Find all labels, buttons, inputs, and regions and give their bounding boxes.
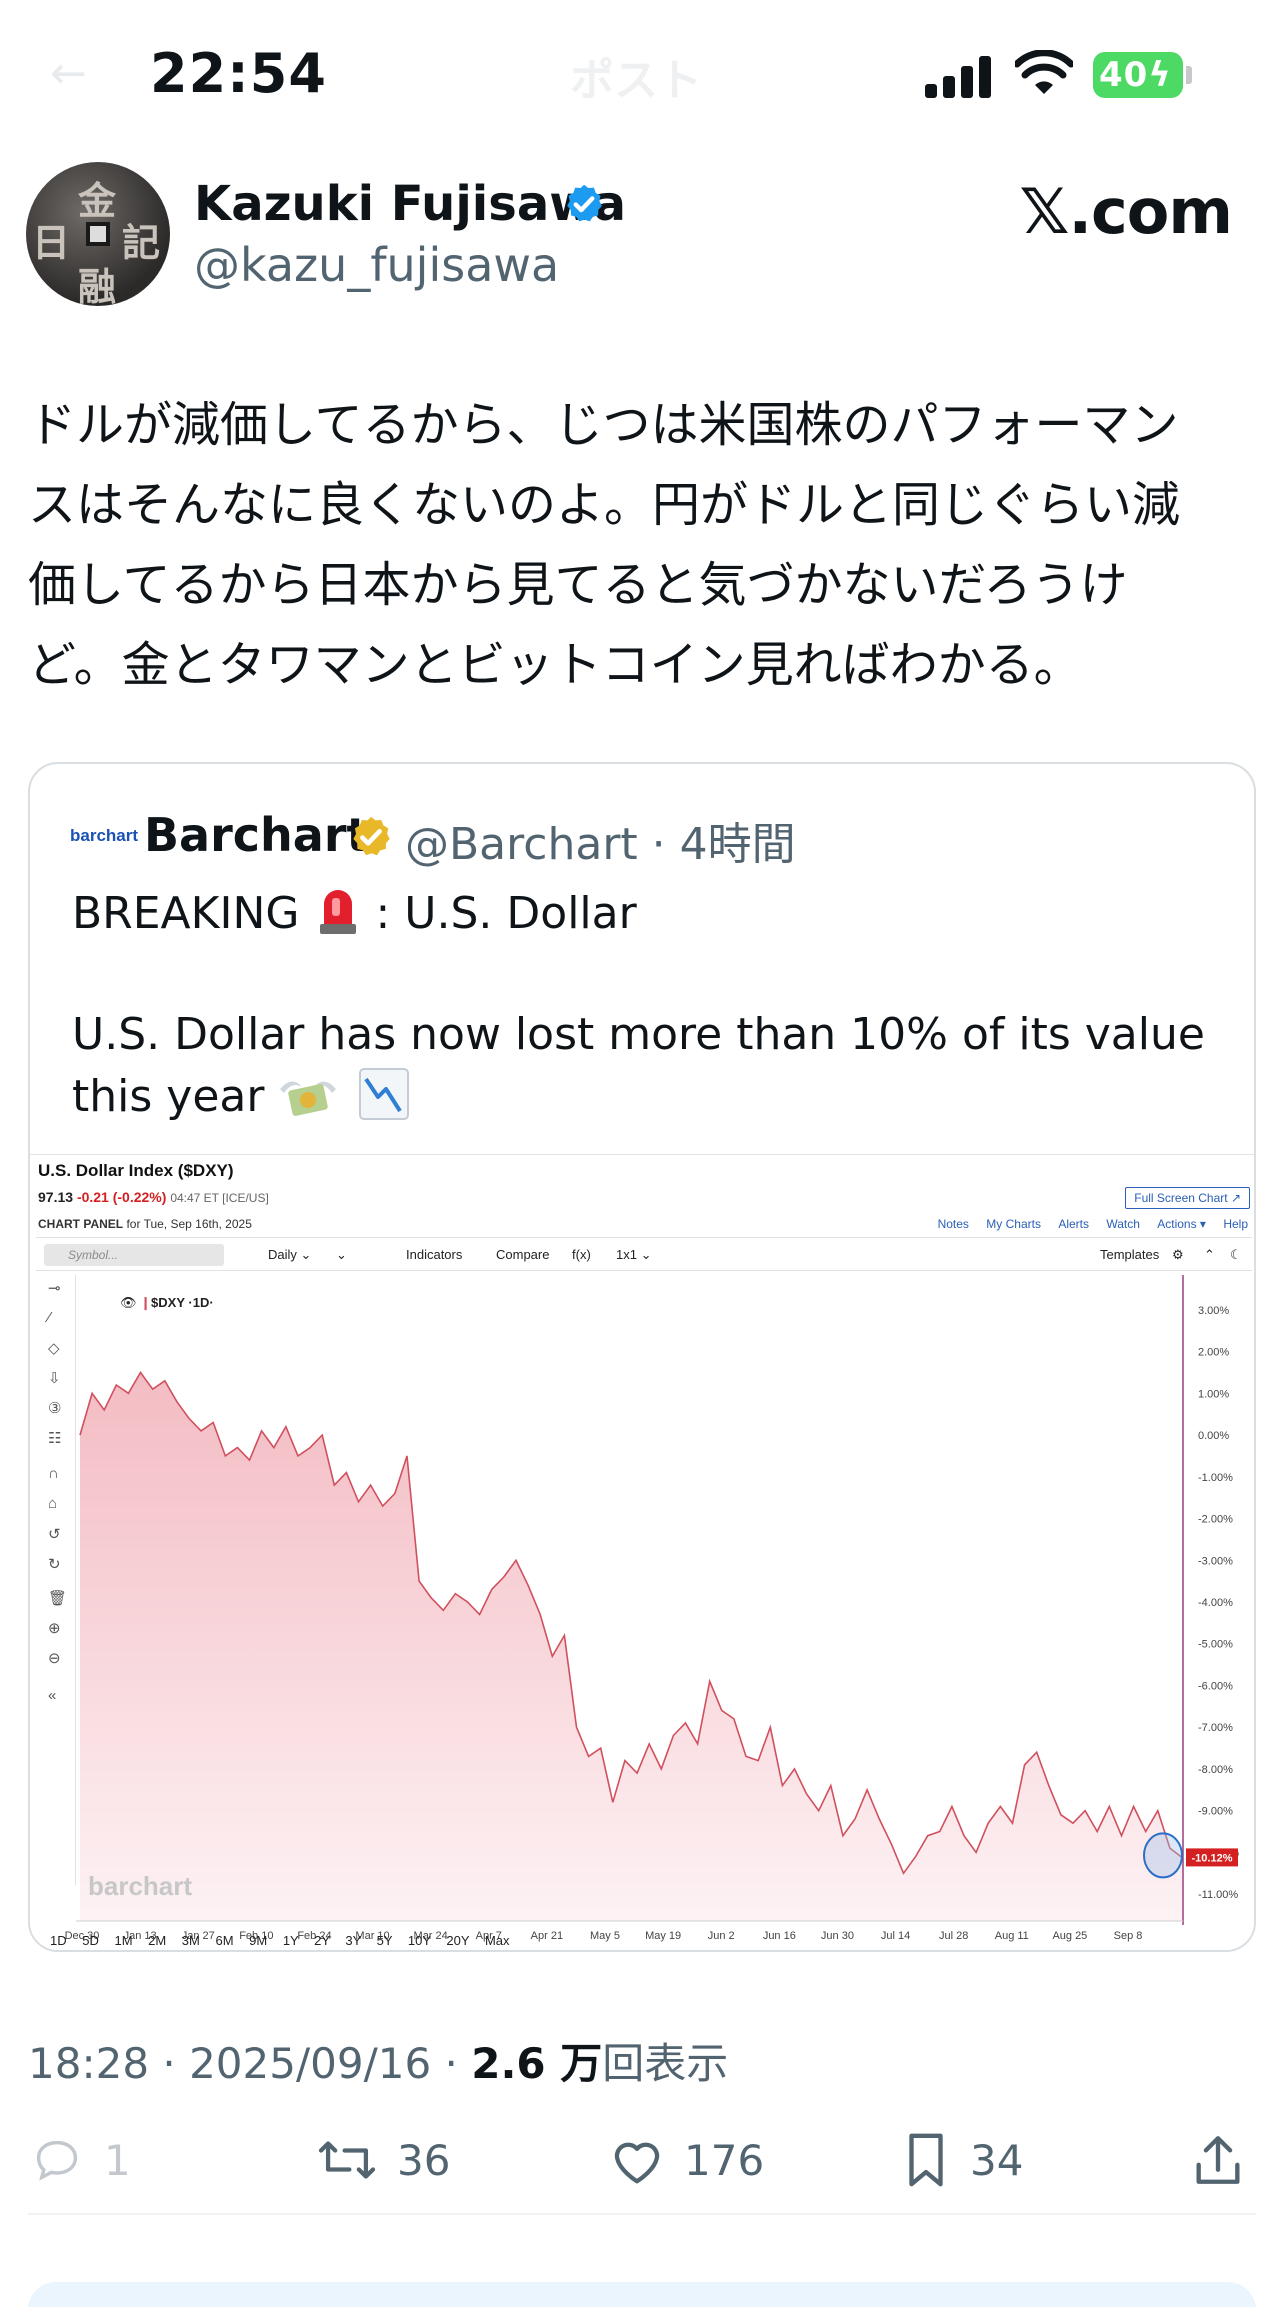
x-tick-label: May 19 (645, 1930, 681, 1942)
siren-emoji-icon (319, 890, 356, 934)
y-tick-label: -11.00% (1198, 1889, 1238, 1901)
tweet-time: 18:28 · 2025/09/16 · (28, 2039, 472, 2088)
x-tick-label: May 5 (590, 1930, 620, 1942)
tweet-text: ドルが減価してるから、じつは米国株のパフォーマン スはそんなに良くないのよ。円が… (28, 385, 1268, 705)
avatar[interactable]: 金 記 日 融 (26, 162, 170, 306)
avatar-glyph: 日 (32, 220, 71, 265)
tweet-text-line: スはそんなに良くないのよ。円がドルと同じぐらい減 (28, 477, 1181, 533)
bookmark-icon (909, 2133, 943, 2187)
chart-screenshot[interactable]: U.S. Dollar Index ($DXY) 97.13 -0.21 (-0… (30, 1154, 1256, 1952)
quoted-body-text: this year (72, 1071, 265, 1122)
last-value-label: -10.12% (1192, 1852, 1233, 1864)
share-icon (1196, 2136, 1240, 2184)
views-label: 回表示 (602, 2039, 729, 2088)
chart-decreasing-emoji-icon (359, 1068, 410, 1120)
wifi-icon (1015, 50, 1073, 94)
y-tick-label: -7.00% (1198, 1722, 1233, 1734)
x-tick-label: Jul 14 (881, 1930, 910, 1942)
status-bar: ← ポスト 22:54 40ϟ (0, 0, 1284, 150)
avatar-glyph: 記 (122, 220, 161, 265)
like-count: 176 (684, 2135, 765, 2185)
highlight-circle (1143, 1832, 1183, 1879)
coin-hole (86, 222, 110, 246)
x-tick-label: Jun 16 (763, 1930, 796, 1942)
repost-icon (318, 2141, 376, 2179)
charging-bolt-icon: ϟ (1148, 55, 1172, 95)
repost-button[interactable]: 36 (315, 2120, 450, 2200)
quoted-body: U.S. Dollar has now lost more than 10% o… (72, 1004, 1242, 1128)
y-tick-label: -6.00% (1198, 1680, 1233, 1692)
quoted-body-line: U.S. Dollar has now lost more than 10% o… (72, 1009, 1205, 1060)
x-tick-label: Apr 21 (531, 1930, 563, 1942)
view-count: 2.6 万 (471, 2039, 603, 2088)
bookmark-count: 34 (970, 2135, 1024, 2185)
avatar-glyph: 融 (78, 264, 117, 306)
gold-verified-badge-icon (353, 816, 390, 856)
author-handle[interactable]: @kazu_fujisawa (194, 238, 559, 292)
battery-indicator: 40ϟ (1093, 52, 1183, 98)
series-label: $DXY ·1D· (151, 1295, 214, 1310)
breaking-label: BREAKING (72, 888, 300, 939)
money-with-wings-emoji-icon (280, 1081, 337, 1116)
x-tick-label: Jun 30 (821, 1930, 854, 1942)
page-title: ポスト (570, 55, 702, 106)
eye-icon[interactable]: 👁 (120, 1295, 137, 1310)
y-tick-label: -5.00% (1198, 1639, 1233, 1651)
tweet-text-line: 価してるから日本から見てると気づかないだろうけ (28, 557, 1128, 613)
x-tick-label: Aug 11 (995, 1930, 1029, 1942)
reply-icon (36, 2140, 78, 2181)
series-color-marker: ❙ (140, 1295, 152, 1310)
heart-icon (614, 2142, 660, 2184)
bookmark-button[interactable]: 34 (900, 2120, 1023, 2200)
reply-count: 1 (104, 2135, 131, 2185)
repost-count: 36 (397, 2135, 451, 2185)
barchart-watermark: barchart (88, 1871, 193, 1901)
quoted-tweet-card[interactable]: barchart Barchart @Barchart · 4時間 BREAKI… (28, 762, 1256, 1952)
verified-badge-icon (567, 184, 602, 222)
divider (28, 2213, 1256, 2215)
reply-button[interactable]: 1 (28, 2120, 131, 2200)
status-time: 22:54 (150, 42, 327, 105)
y-tick-label: 3.00% (1198, 1305, 1229, 1317)
quoted-body-line: this year (72, 1066, 1242, 1128)
x-tick-label: Sep 8 (1114, 1930, 1143, 1942)
headline-suffix: : U.S. Dollar (375, 888, 637, 939)
quoted-author-handle: @Barchart · 4時間 (405, 819, 796, 870)
y-tick-label: 2.00% (1198, 1347, 1229, 1359)
y-tick-label: -1.00% (1198, 1472, 1233, 1484)
x-tick-label: Jul 28 (939, 1930, 968, 1942)
x-tick-label: Aug 25 (1052, 1930, 1087, 1942)
series-legend: 👁 ❙$DXY ·1D· (120, 1295, 214, 1311)
y-tick-label: -2.00% (1198, 1514, 1233, 1526)
action-bar: 1 36 176 34 (0, 2120, 1284, 2200)
back-arrow-icon[interactable]: ← (50, 48, 87, 99)
range-selector[interactable]: 1D 5D 1M 2M 3M 6M 9M 1Y 2Y 3Y 5Y 10Y 20Y… (50, 1933, 510, 1948)
quoted-author-name: Barchart (144, 808, 369, 862)
reply-composer-box[interactable] (28, 2282, 1256, 2307)
battery-nub (1186, 66, 1192, 84)
dxy-chart[interactable]: 3.00% 2.00% 1.00% 0.00% -1.00% -2.00% -3.00% -4… (30, 1155, 1256, 1952)
y-tick-label: -9.00% (1198, 1806, 1233, 1818)
xcom-watermark: 𝕏.com (1019, 175, 1233, 248)
share-button[interactable] (1190, 2120, 1246, 2200)
like-button[interactable]: 176 (608, 2120, 764, 2200)
tweet-text-line: ど。金とタワマンとビットコイン見ればわかる。 (28, 637, 1082, 693)
x-tick-label: Jun 2 (708, 1930, 735, 1942)
y-tick-label: 0.00% (1198, 1430, 1229, 1442)
tweet-text-line: ドルが減価してるから、じつは米国株のパフォーマン (28, 397, 1179, 453)
cellular-signal-icon (925, 52, 991, 98)
y-tick-label: -8.00% (1198, 1764, 1233, 1776)
y-tick-label: -4.00% (1198, 1597, 1233, 1609)
y-tick-label: -3.00% (1198, 1555, 1233, 1567)
barchart-logo: barchart (70, 826, 139, 845)
quoted-headline: BREAKING : U.S. Dollar (72, 884, 637, 939)
avatar-glyph: 金 (78, 178, 117, 223)
tweet-timestamp: 18:28 · 2025/09/16 · 2.6 万回表示 (28, 2030, 728, 2091)
y-tick-label: 1.00% (1198, 1388, 1229, 1400)
